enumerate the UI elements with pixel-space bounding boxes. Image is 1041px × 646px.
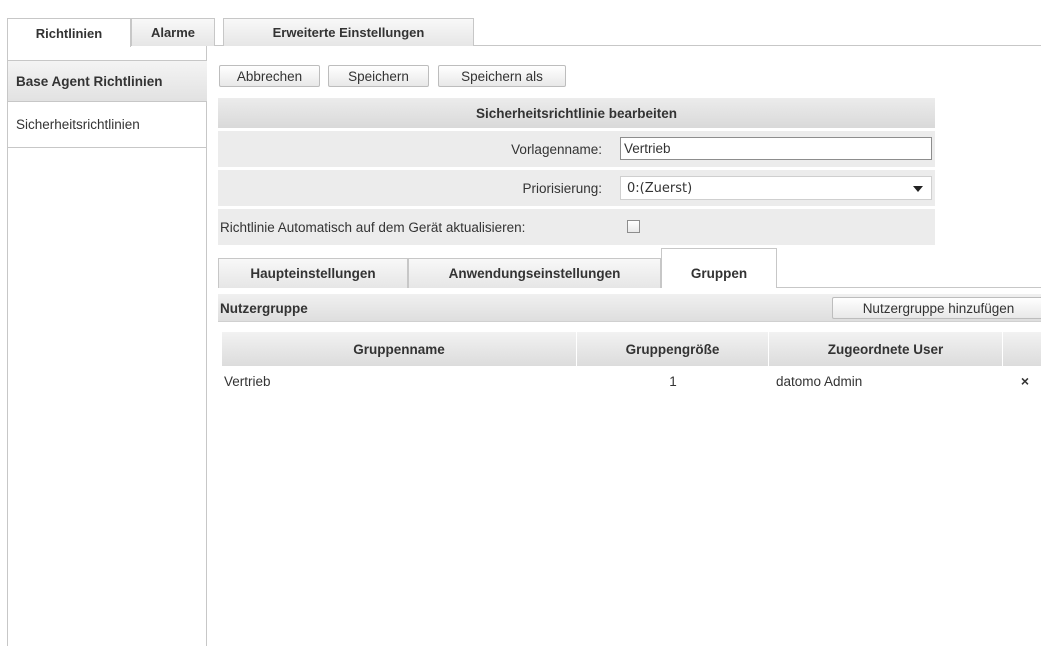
cell-group-name: Vertrieb [224, 373, 271, 389]
cancel-button[interactable]: Abbrechen [219, 65, 320, 87]
app-window: Richtlinien Alarme Erweiterte Einstellun… [0, 0, 1041, 646]
save-button[interactable]: Speichern [328, 65, 429, 87]
inner-tab-bar: Haupteinstellungen Anwendungseinstellung… [218, 248, 1041, 288]
template-name-row: Vorlagenname: [218, 131, 935, 167]
column-header-group-size[interactable]: Gruppengröße [577, 332, 769, 366]
nav-header-base-agent[interactable]: Base Agent Richtlinien [8, 60, 207, 102]
cell-group-size: 1 [669, 373, 677, 389]
template-name-input[interactable] [620, 137, 932, 160]
tab-haupteinstellungen[interactable]: Haupteinstellungen [218, 258, 408, 288]
left-nav: Base Agent Richtlinien Sicherheitsrichtl… [7, 46, 207, 646]
column-header-group-name[interactable]: Gruppenname [222, 332, 577, 366]
priority-row: Priorisierung: 0:(Zuerst) [218, 170, 935, 206]
nav-item-sicherheitsrichtlinien[interactable]: Sicherheitsrichtlinien [8, 102, 207, 148]
priority-label: Priorisierung: [522, 180, 602, 196]
auto-update-checkbox[interactable] [627, 220, 640, 233]
top-tab-bar: Richtlinien Alarme Erweiterte Einstellun… [7, 0, 1041, 47]
tab-richtlinien[interactable]: Richtlinien [7, 18, 131, 47]
column-header-assigned-users[interactable]: Zugeordnete User [769, 332, 1003, 366]
user-group-bar: Nutzergruppe Nutzergruppe hinzufügen [218, 294, 1041, 322]
tab-alarme[interactable]: Alarme [131, 18, 215, 46]
priority-selected-value: 0:(Zuerst) [627, 180, 693, 196]
save-as-button[interactable]: Speichern als [438, 65, 566, 87]
add-user-group-button[interactable]: Nutzergruppe hinzufügen [832, 297, 1041, 319]
column-header-actions [1003, 332, 1041, 366]
form-title: Sicherheitsrichtlinie bearbeiten [218, 98, 935, 128]
delete-icon[interactable]: × [1018, 373, 1032, 389]
cell-assigned-users: datomo Admin [776, 373, 863, 389]
template-name-label: Vorlagenname: [511, 141, 602, 157]
tab-anwendungseinstellungen[interactable]: Anwendungseinstellungen [408, 258, 661, 288]
group-table-header: Gruppenname Gruppengröße Zugeordnete Use… [222, 332, 1041, 366]
table-row[interactable]: Vertrieb 1 datomo Admin × [222, 368, 1041, 394]
auto-update-row: Richtlinie Automatisch auf dem Gerät akt… [218, 209, 935, 245]
chevron-down-icon [913, 186, 923, 192]
user-group-title: Nutzergruppe [220, 300, 308, 316]
tab-gruppen[interactable]: Gruppen [661, 248, 777, 288]
tab-erweiterte-einstellungen[interactable]: Erweiterte Einstellungen [223, 18, 474, 46]
priority-select[interactable]: 0:(Zuerst) [620, 176, 932, 200]
auto-update-label: Richtlinie Automatisch auf dem Gerät akt… [220, 219, 526, 235]
